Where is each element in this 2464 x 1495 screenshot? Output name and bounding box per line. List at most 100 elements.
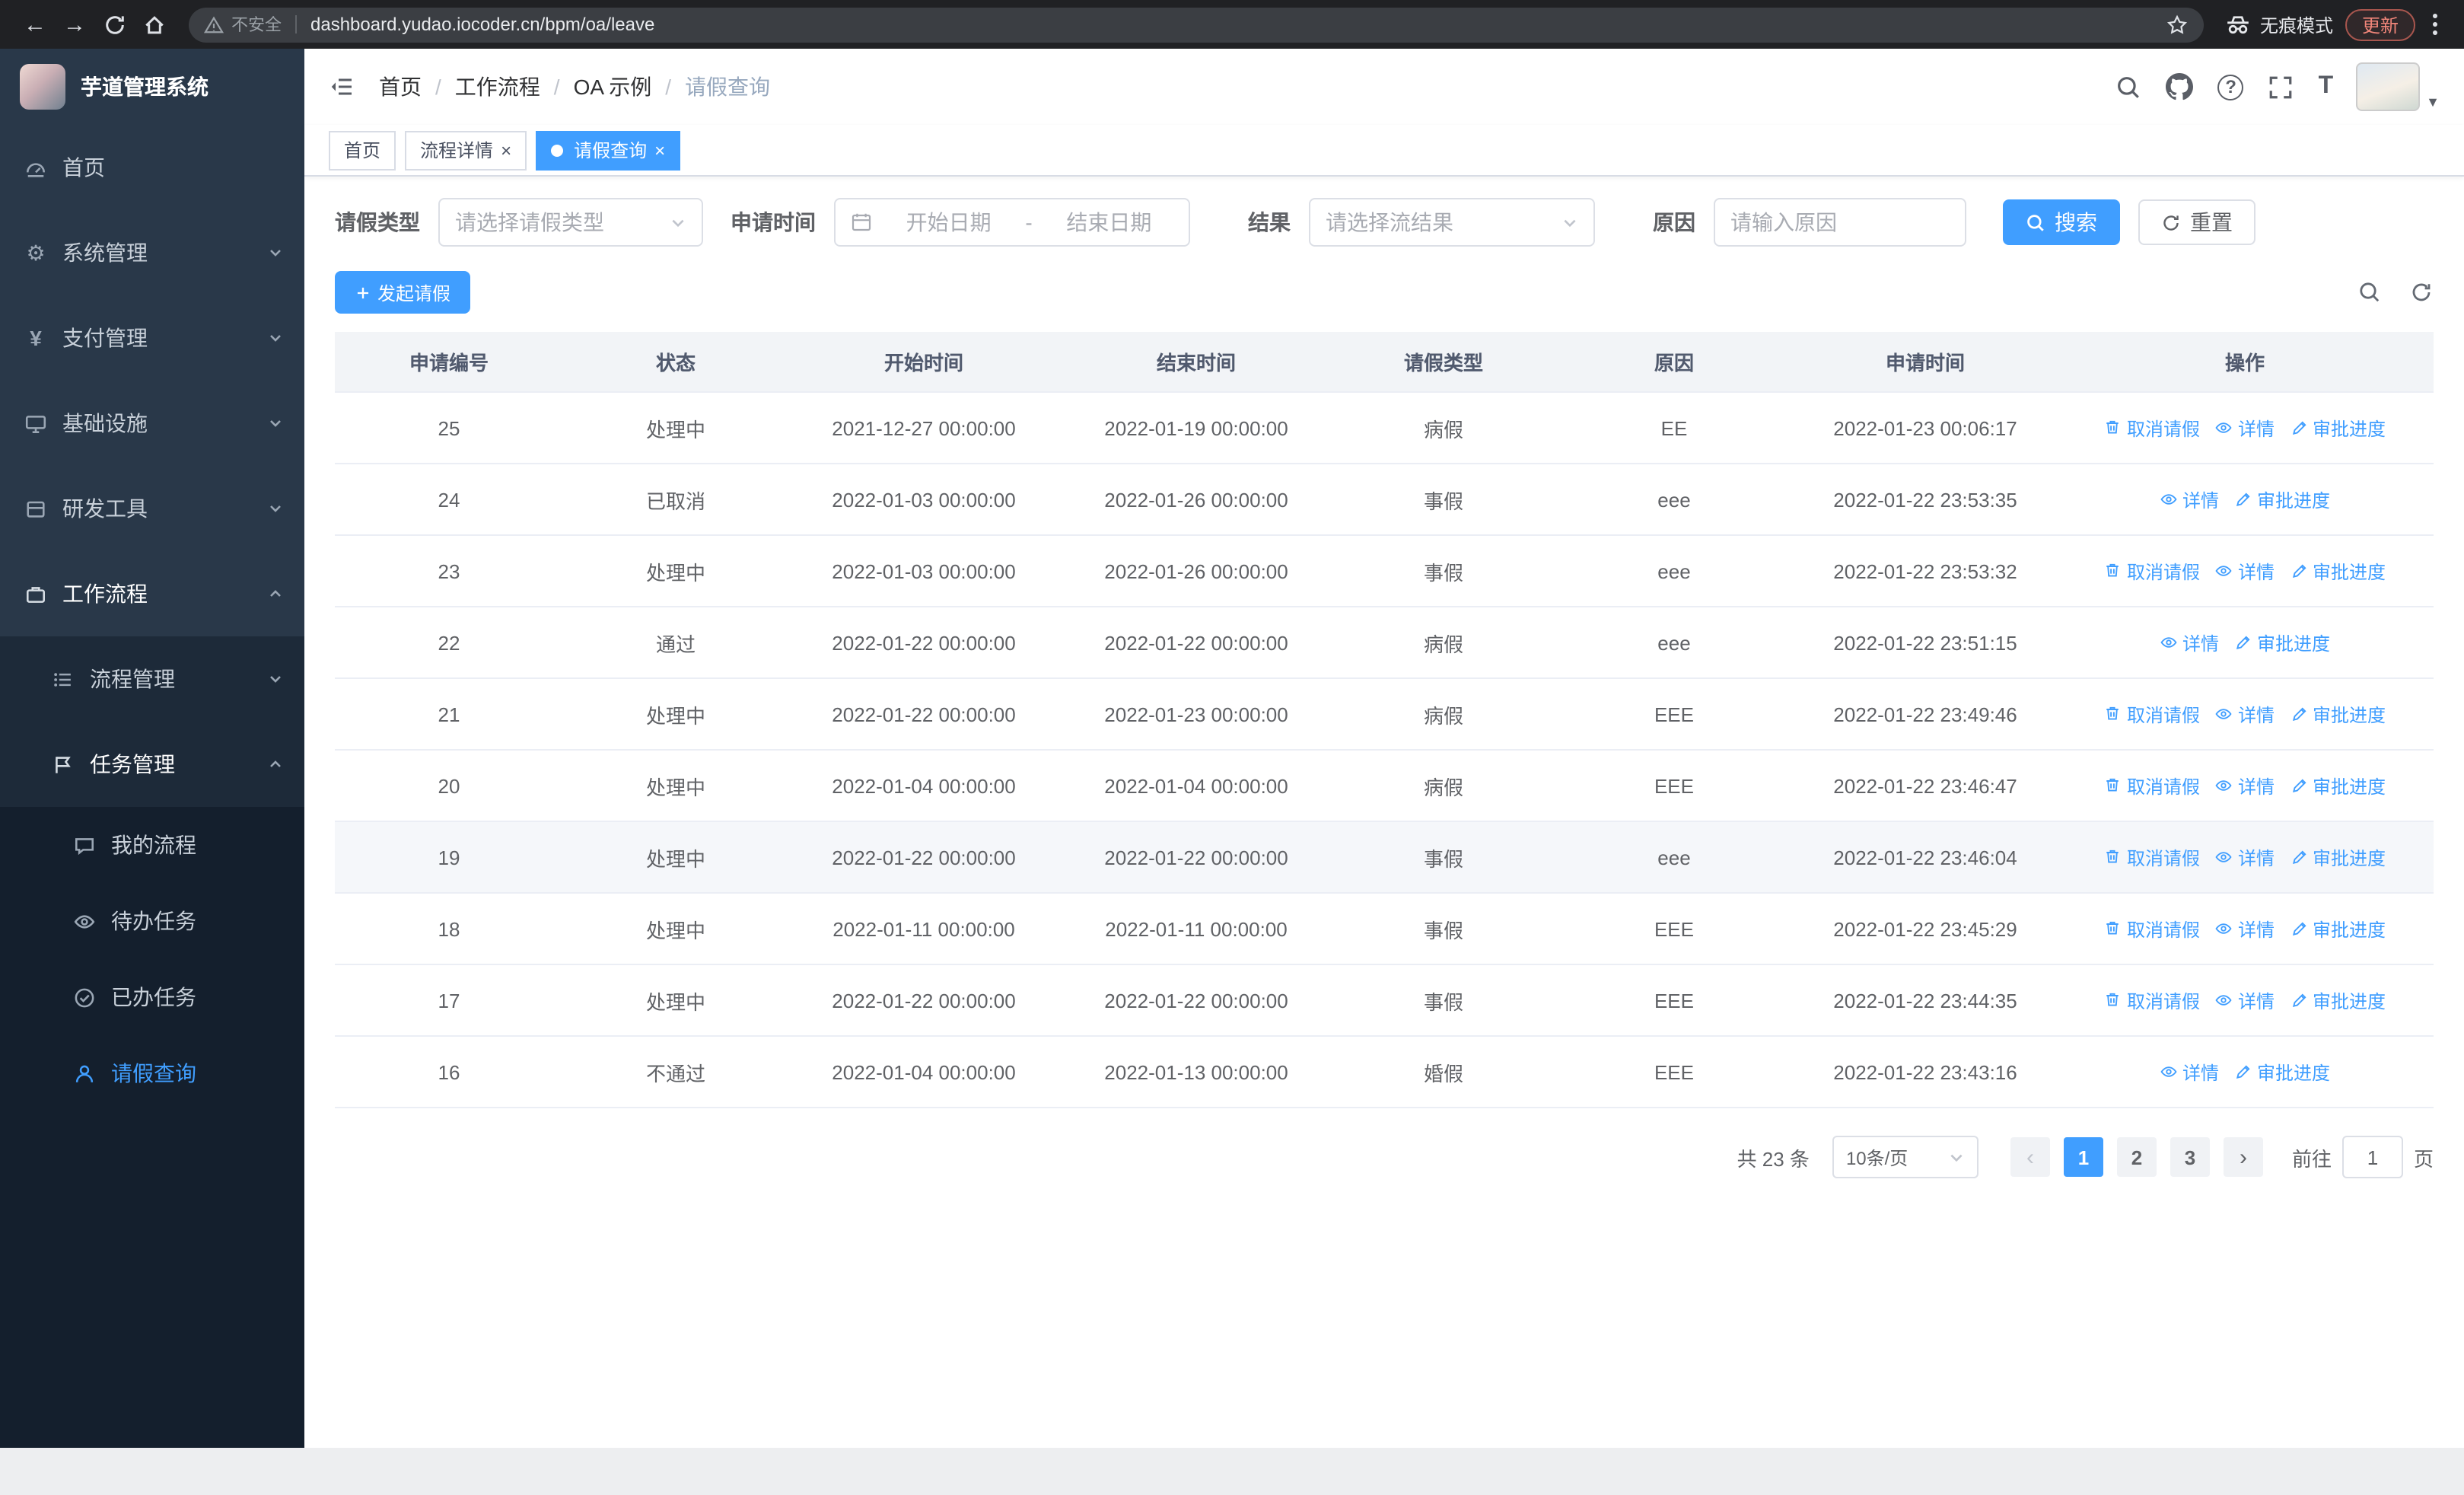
prev-page-button[interactable]: ‹ bbox=[2010, 1137, 2050, 1177]
cell-operations: 详情 审批进度 bbox=[2056, 464, 2434, 534]
sidebar: 芋道管理系统 首页 ⚙ 系统管理 ¥ 支付管理 基础设施 研发工具 工作流程 流… bbox=[0, 49, 304, 1448]
chevron-down-icon bbox=[268, 501, 283, 516]
cell-start-time: 2022-01-03 00:00:00 bbox=[832, 559, 1016, 582]
cancel-leave-link[interactable]: 取消请假 bbox=[2104, 916, 2200, 942]
sidebar-item-system[interactable]: ⚙ 系统管理 bbox=[0, 210, 304, 295]
chevron-down-icon: ▼ bbox=[2426, 94, 2440, 110]
cell-end-time: 2022-01-23 00:00:00 bbox=[1104, 703, 1288, 725]
sidebar-item-task-management[interactable]: 任务管理 bbox=[0, 722, 304, 807]
sidebar-item-todo-tasks[interactable]: 待办任务 bbox=[0, 883, 304, 959]
github-link[interactable] bbox=[2166, 73, 2194, 100]
view-icon bbox=[2216, 995, 2233, 1006]
reset-button[interactable]: 重置 bbox=[2138, 199, 2255, 245]
browser-reload-button[interactable] bbox=[94, 5, 134, 44]
sidebar-item-done-tasks[interactable]: 已办任务 bbox=[0, 959, 304, 1035]
approval-progress-link[interactable]: 审批进度 bbox=[2290, 773, 2386, 799]
toggle-search-button[interactable] bbox=[2357, 280, 2382, 304]
cancel-leave-link[interactable]: 取消请假 bbox=[2104, 844, 2200, 870]
leave-type-select[interactable]: 请选择请假类型 bbox=[438, 198, 703, 247]
approval-progress-link[interactable]: 审批进度 bbox=[2234, 1059, 2330, 1085]
sidebar-item-my-process[interactable]: 我的流程 bbox=[0, 807, 304, 883]
sidebar-item-payment[interactable]: ¥ 支付管理 bbox=[0, 295, 304, 381]
reason-input[interactable] bbox=[1730, 210, 1950, 234]
goto-page-input[interactable] bbox=[2341, 1136, 2403, 1178]
breadcrumb-item[interactable]: 工作流程 bbox=[455, 72, 540, 102]
sidebar-item-infra[interactable]: 基础设施 bbox=[0, 381, 304, 466]
page-button-3[interactable]: 3 bbox=[2170, 1137, 2210, 1177]
chevron-up-icon bbox=[268, 586, 283, 601]
site-security-chip[interactable]: 不安全 bbox=[204, 12, 282, 37]
cancel-leave-link[interactable]: 取消请假 bbox=[2104, 701, 2200, 727]
detail-link[interactable]: 详情 bbox=[2215, 415, 2275, 441]
bookmark-star-button[interactable] bbox=[2166, 13, 2189, 36]
detail-link[interactable]: 详情 bbox=[2160, 486, 2219, 512]
create-leave-button[interactable]: 发起请假 bbox=[335, 271, 471, 314]
browser-update-button[interactable]: 更新 bbox=[2345, 8, 2415, 40]
sidebar-item-workflow[interactable]: 工作流程 bbox=[0, 551, 304, 636]
cancel-leave-link[interactable]: 取消请假 bbox=[2104, 773, 2200, 799]
github-icon bbox=[2166, 73, 2194, 100]
chevron-down-icon bbox=[268, 671, 283, 687]
tab-leave-query[interactable]: 请假查询 × bbox=[536, 130, 681, 170]
table-row: 17 处理中 2022-01-22 00:00:00 2022-01-22 00… bbox=[335, 965, 2434, 1037]
approval-progress-link[interactable]: 审批进度 bbox=[2290, 415, 2386, 441]
detail-link[interactable]: 详情 bbox=[2215, 916, 2275, 942]
page-button-1[interactable]: 1 bbox=[2063, 1137, 2103, 1177]
browser-menu-button[interactable] bbox=[2421, 8, 2449, 41]
approval-progress-link[interactable]: 审批进度 bbox=[2290, 987, 2386, 1013]
apply-time-label: 申请时间 bbox=[731, 210, 816, 234]
approval-progress-link[interactable]: 审批进度 bbox=[2290, 844, 2386, 870]
star-icon bbox=[2166, 14, 2187, 33]
tab-home[interactable]: 首页 bbox=[329, 130, 396, 170]
cancel-leave-link[interactable]: 取消请假 bbox=[2104, 558, 2200, 584]
approval-progress-link[interactable]: 审批进度 bbox=[2290, 916, 2386, 942]
browser-forward-button[interactable]: → bbox=[55, 5, 94, 44]
cancel-leave-link[interactable]: 取消请假 bbox=[2104, 987, 2200, 1013]
apply-time-range-picker[interactable]: 开始日期 - 结束日期 bbox=[834, 198, 1190, 247]
edit-icon bbox=[2236, 492, 2250, 507]
close-icon[interactable]: × bbox=[654, 141, 665, 159]
approval-progress-link[interactable]: 审批进度 bbox=[2290, 701, 2386, 727]
sidebar-item-process-management[interactable]: 流程管理 bbox=[0, 636, 304, 722]
approval-progress-link[interactable]: 审批进度 bbox=[2290, 558, 2386, 584]
address-bar[interactable]: 不安全 dashboard.yudao.iocoder.cn/bpm/oa/le… bbox=[189, 7, 2204, 42]
app-logo[interactable]: 芋道管理系统 bbox=[0, 49, 304, 125]
close-icon[interactable]: × bbox=[501, 141, 511, 159]
refresh-table-button[interactable] bbox=[2409, 280, 2434, 304]
cancel-leave-link[interactable]: 取消请假 bbox=[2104, 415, 2200, 441]
detail-link[interactable]: 详情 bbox=[2215, 987, 2275, 1013]
detail-link[interactable]: 详情 bbox=[2215, 844, 2275, 870]
create-leave-label: 发起请假 bbox=[377, 282, 451, 304]
user-menu[interactable]: ▼ bbox=[2356, 62, 2440, 111]
detail-link[interactable]: 详情 bbox=[2215, 558, 2275, 584]
sidebar-item-devtools[interactable]: 研发工具 bbox=[0, 466, 304, 551]
page-button-2[interactable]: 2 bbox=[2116, 1137, 2157, 1177]
detail-link[interactable]: 详情 bbox=[2160, 630, 2219, 655]
cell-leave-type: 病假 bbox=[1423, 776, 1463, 799]
font-size-button[interactable]: T bbox=[2319, 73, 2334, 100]
page-size-select[interactable]: 10条/页 bbox=[1832, 1136, 1979, 1178]
approval-progress-link[interactable]: 审批进度 bbox=[2234, 630, 2330, 655]
detail-link[interactable]: 详情 bbox=[2215, 773, 2275, 799]
next-page-button[interactable]: › bbox=[2223, 1137, 2263, 1177]
fullscreen-button[interactable] bbox=[2268, 74, 2294, 100]
leave-type-label: 请假类型 bbox=[335, 210, 420, 234]
approval-progress-link[interactable]: 审批进度 bbox=[2234, 486, 2330, 512]
tab-process-detail[interactable]: 流程详情 × bbox=[405, 130, 527, 170]
detail-link[interactable]: 详情 bbox=[2215, 701, 2275, 727]
result-select[interactable]: 请选择流结果 bbox=[1309, 198, 1595, 247]
table-toolbar-right bbox=[2357, 280, 2434, 304]
sidebar-item-leave-query[interactable]: 请假查询 bbox=[0, 1035, 304, 1111]
header-search-button[interactable] bbox=[2116, 74, 2142, 100]
breadcrumb-item[interactable]: 首页 bbox=[379, 72, 422, 102]
detail-link[interactable]: 详情 bbox=[2160, 1059, 2219, 1085]
browser-back-button[interactable]: ← bbox=[15, 5, 55, 44]
url-text[interactable]: dashboard.yudao.iocoder.cn/bpm/oa/leave bbox=[310, 14, 2166, 35]
cell-apply-id: 23 bbox=[438, 559, 460, 582]
breadcrumb-item[interactable]: OA 示例 bbox=[574, 72, 652, 102]
help-button[interactable]: ? bbox=[2217, 74, 2244, 100]
browser-home-button[interactable] bbox=[134, 5, 173, 44]
search-button[interactable]: 搜索 bbox=[2003, 199, 2120, 245]
menu-fold-button[interactable] bbox=[329, 75, 355, 99]
sidebar-item-home[interactable]: 首页 bbox=[0, 125, 304, 210]
